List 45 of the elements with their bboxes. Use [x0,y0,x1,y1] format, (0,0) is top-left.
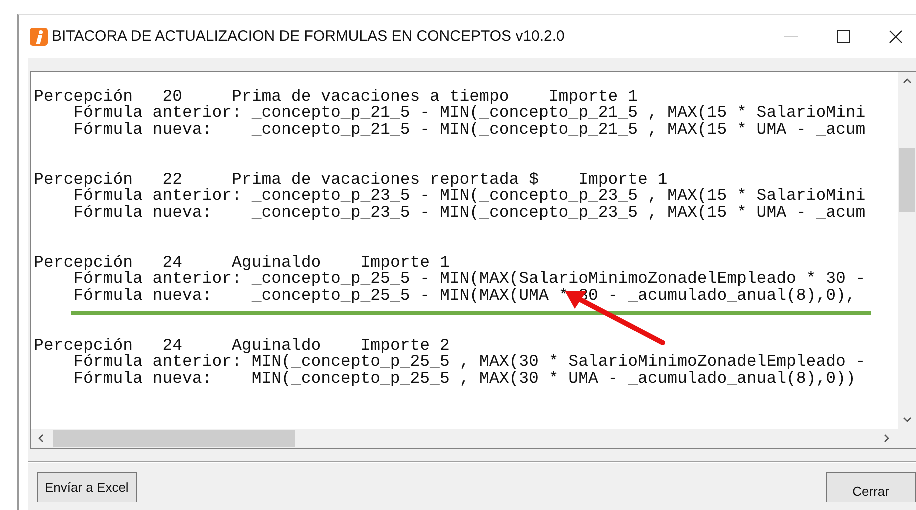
logo-icon [30,28,48,46]
new-formula: _concepto_p_21_5 - MIN(_concepto_p_21_5 , MAX(15 * UMA - _acum [252,122,866,138]
new-formula: MIN(_concepto_p_25_5 , MAX(30 * UMA - _acumulado_anual(8),0)) [252,370,856,388]
entry-amount: Importe 1 [548,88,638,106]
close-button[interactable]: Cerrar [826,472,916,502]
scroll-right-icon[interactable] [884,434,890,443]
entry-number: 24 [162,338,183,354]
vertical-scrollbar[interactable] [898,72,916,429]
scroll-left-icon[interactable] [38,434,44,443]
entry-amount: Importe 1 [578,172,668,188]
entry-concept: Prima de vacaciones reportada $ [232,172,539,188]
maximize-icon[interactable] [837,30,850,43]
entry-number: 22 [162,172,183,188]
entry-concept: Prima de vacaciones a tiempo [232,88,510,106]
formula-label: Fórmula nueva: [74,370,214,388]
previous-formula: MIN(_concepto_p_25_5 , MAX(30 * SalarioMinimoZonadelEmpleado - [252,354,866,371]
entry-type: Percepción [34,338,134,354]
entry-amount: Importe 2 [360,338,450,354]
scroll-down-icon[interactable] [902,417,912,423]
formula-label: Fórmula nueva: [74,288,214,304]
entry-number: 20 [162,88,183,106]
scrollbar-thumb[interactable] [53,430,295,447]
formula-label: Fórmula anterior: [74,105,243,122]
scroll-up-icon[interactable] [902,78,912,84]
formula-label: Fórmula nueva: [74,204,214,222]
entry-type: Percepción [34,88,134,106]
new-formula: _concepto_p_23_5 - MIN(_concepto_p_23_5 , MAX(15 * UMA - _acum [252,204,866,222]
scrollbar-thumb[interactable] [899,148,915,212]
entry-number: 24 [162,254,183,272]
entry-type: Percepción [34,172,134,188]
entry-concept: Aguinaldo [232,338,322,354]
entry-type: Percepción [34,254,134,272]
previous-formula: _concepto_p_23_5 - MIN(_concepto_p_23_5 , MAX(15 * SalarioMini [252,188,866,205]
formula-label: Fórmula anterior: [74,271,242,288]
close-icon[interactable] [889,30,903,44]
window-title: BITACORA DE ACTUALIZACION DE FORMULAS EN CONCEPTOS v10.2.0 [52,28,565,45]
formula-label: Fórmula anterior: [74,188,243,205]
previous-formula: _concepto_p_25_5 - MIN(MAX(SalarioMinimoZonadelEmpleado * 30 - [252,271,866,288]
entry-amount: Importe 1 [360,254,450,272]
formula-label: Fórmula nueva: [74,122,214,138]
entry-concept: Aguinaldo [232,254,322,272]
previous-formula: _concepto_p_21_5 - MIN(_concepto_p_21_5 , MAX(15 * SalarioMini [252,105,866,122]
horizontal-scrollbar[interactable] [31,429,916,448]
formula-label: Fórmula anterior: [74,354,242,371]
export-excel-button[interactable]: Envíar a Excel [37,472,137,502]
